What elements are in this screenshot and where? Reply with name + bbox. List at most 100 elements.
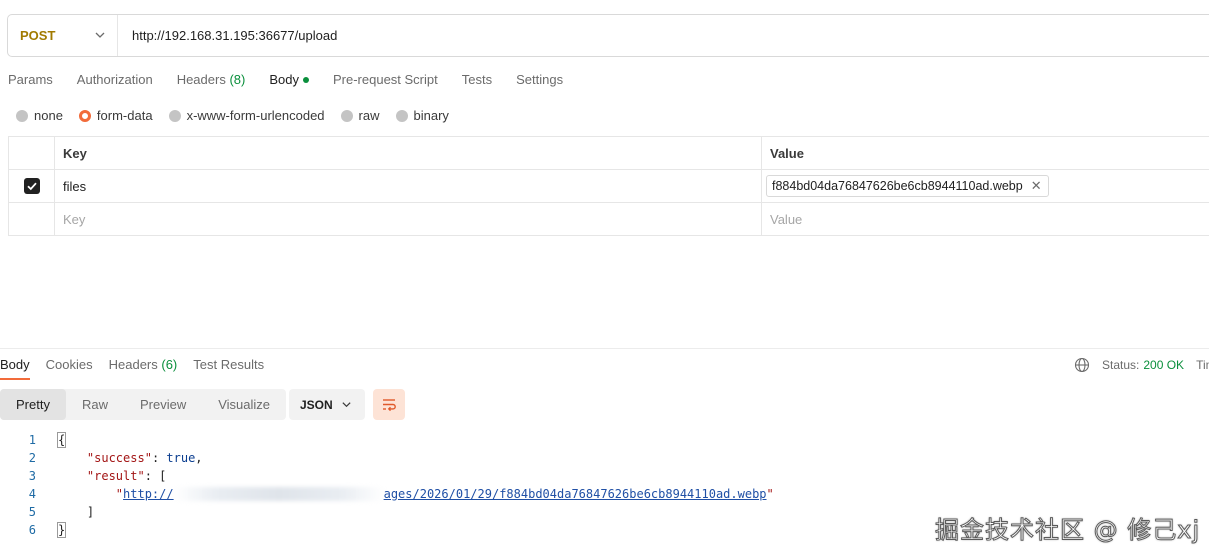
header-check-cell: [9, 137, 55, 169]
close-brace: }: [56, 522, 67, 538]
code-line: 2 "success": true,: [0, 449, 774, 467]
response-tabs: Body Cookies Headers (6) Test Results: [0, 357, 280, 380]
url-bar: POST http://192.168.31.195:36677/upload: [7, 14, 1209, 57]
code-text: "http://ages/2026/01/29/f884bd04da768476…: [115, 486, 774, 502]
view-tab-preview[interactable]: Preview: [124, 389, 202, 420]
code-text: ]: [58, 505, 94, 519]
close-bracket: ]: [86, 505, 95, 519]
tab-pre-request-script[interactable]: Pre-request Script: [333, 72, 438, 87]
radio-form-data-label: form-data: [96, 108, 153, 123]
radio-circle: [16, 109, 28, 122]
json-key: "result": [86, 469, 145, 483]
code-text: "result": [: [86, 469, 167, 483]
value-column-header: Value: [770, 145, 804, 161]
request-tabs: Params Authorization Headers (8) Body Pr…: [8, 72, 587, 87]
status-value[interactable]: 200 OK: [1143, 358, 1184, 372]
code-line: 5 ]: [0, 503, 774, 521]
radio-circle: [168, 109, 181, 122]
tab-authorization[interactable]: Authorization: [77, 72, 153, 87]
tab-headers-label: Headers: [176, 72, 226, 87]
tab-settings[interactable]: Settings: [516, 72, 563, 87]
radio-raw-label: raw: [358, 108, 380, 123]
body-type-radios: none form-data x-www-form-urlencoded raw…: [16, 108, 465, 123]
radio-urlencoded-label: x-www-form-urlencoded: [186, 108, 325, 123]
radio-form-data[interactable]: form-data: [78, 108, 153, 123]
wrap-lines-button[interactable]: [373, 389, 405, 420]
radio-none-label: none: [34, 108, 63, 123]
check-icon: [26, 182, 37, 191]
radio-circle-selected: [78, 109, 91, 122]
code-text: "success": true,: [86, 451, 203, 465]
line-number: 5: [28, 505, 36, 519]
open-brace: {: [56, 432, 67, 448]
format-label: JSON: [300, 397, 333, 412]
time-label[interactable]: Tim: [1196, 358, 1209, 372]
watermark: 掘金技术社区 @ 修己xj: [934, 516, 1201, 545]
radio-binary[interactable]: binary: [395, 108, 449, 123]
line-number: 2: [28, 451, 36, 465]
response-tab-test-results[interactable]: Test Results: [193, 357, 264, 378]
view-tab-pretty[interactable]: Pretty: [0, 389, 66, 420]
file-name: f884bd04da76847626be6cb8944110ad.webp: [772, 179, 1023, 193]
url-input[interactable]: http://192.168.31.195:36677/upload: [118, 28, 337, 43]
tab-tests[interactable]: Tests: [462, 72, 492, 87]
response-code: 1 { 2 "success": true, 3 "result": [ 4 "…: [0, 431, 774, 539]
response-tab-headers[interactable]: Headers (6): [109, 357, 178, 378]
method-select[interactable]: POST: [8, 15, 118, 56]
url-link-prefix[interactable]: http://: [123, 487, 174, 501]
code-line: 1 {: [0, 431, 774, 449]
key-column-header: Key: [55, 137, 762, 169]
wrap-lines-icon: [383, 398, 396, 411]
tab-headers[interactable]: Headers (8): [177, 72, 246, 87]
status-label: Status:: [1102, 358, 1140, 372]
table-row: files f884bd04da76847626be6cb8944110ad.w…: [8, 170, 1209, 203]
json-key: "success": [86, 451, 152, 465]
body-indicator-dot: [302, 76, 309, 83]
code-line: 4 "http://ages/2026/01/29/f884bd04da7684…: [0, 485, 774, 503]
radio-circle: [395, 109, 408, 122]
chevron-down-icon: [342, 402, 351, 408]
chevron-down-icon: [95, 32, 105, 38]
key-input[interactable]: Key: [55, 203, 762, 235]
radio-none[interactable]: none: [16, 108, 63, 123]
code-line: 3 "result": [: [0, 467, 774, 485]
close-icon[interactable]: ✕: [1031, 178, 1042, 194]
view-tab-raw[interactable]: Raw: [66, 389, 124, 420]
url-link-suffix[interactable]: ages/2026/01/29/f884bd04da76847626be6cb8…: [384, 487, 767, 501]
pane-divider[interactable]: [0, 348, 1209, 349]
tab-params[interactable]: Params: [8, 72, 53, 87]
tab-headers-count: (8): [229, 72, 246, 87]
row-checkbox[interactable]: [23, 178, 40, 194]
radio-circle: [340, 109, 353, 122]
row-value-cell: f884bd04da76847626be6cb8944110ad.webp ✕: [762, 170, 1209, 202]
globe-icon[interactable]: [1074, 357, 1090, 373]
method-label: POST: [20, 28, 56, 43]
radio-binary-label: binary: [413, 108, 449, 123]
radio-urlencoded[interactable]: x-www-form-urlencoded: [168, 108, 325, 123]
value-input[interactable]: Value: [762, 203, 1209, 235]
code-line: 6 }: [0, 521, 774, 539]
response-tab-headers-label: Headers: [108, 357, 158, 372]
code-text: {: [56, 432, 67, 448]
response-tab-headers-count: (6): [161, 357, 178, 372]
view-tab-visualize[interactable]: Visualize: [202, 389, 286, 420]
row-key-input[interactable]: files: [55, 170, 762, 202]
line-number: 3: [28, 469, 36, 483]
tab-body[interactable]: Body: [269, 72, 309, 87]
file-chip: f884bd04da76847626be6cb8944110ad.webp ✕: [766, 175, 1049, 197]
line-number: 1: [28, 433, 36, 447]
response-tab-cookies[interactable]: Cookies: [46, 357, 93, 378]
code-text: }: [56, 522, 67, 538]
json-value: true: [166, 451, 196, 465]
redacted-region: [173, 487, 384, 502]
table-row-empty: Key Value: [8, 203, 1209, 236]
view-tabs: Pretty Raw Preview Visualize: [0, 389, 287, 420]
line-number: 4: [28, 487, 36, 501]
response-tab-body[interactable]: Body: [0, 357, 30, 380]
row-check-cell: [9, 170, 55, 202]
format-select[interactable]: JSON: [289, 389, 365, 420]
line-number: 6: [28, 523, 36, 537]
tab-body-label: Body: [269, 72, 299, 87]
form-data-table: Key Value files f884bd04da76847626be6cb8…: [8, 136, 1209, 236]
radio-raw[interactable]: raw: [340, 108, 380, 123]
